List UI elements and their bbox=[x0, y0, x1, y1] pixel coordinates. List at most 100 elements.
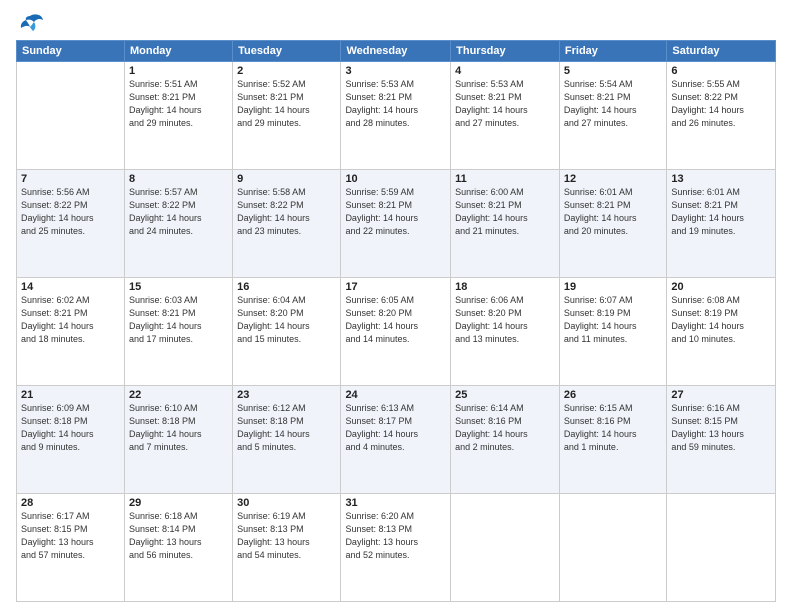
day-number: 10 bbox=[345, 173, 446, 185]
day-number: 21 bbox=[21, 389, 120, 401]
day-number: 19 bbox=[564, 281, 662, 293]
calendar-table: SundayMondayTuesdayWednesdayThursdayFrid… bbox=[16, 40, 776, 602]
col-header-wednesday: Wednesday bbox=[341, 41, 451, 62]
calendar-cell: 10Sunrise: 5:59 AM Sunset: 8:21 PM Dayli… bbox=[341, 170, 451, 278]
day-info: Sunrise: 6:07 AM Sunset: 8:19 PM Dayligh… bbox=[564, 294, 662, 346]
day-info: Sunrise: 6:01 AM Sunset: 8:21 PM Dayligh… bbox=[564, 186, 662, 238]
day-number: 29 bbox=[129, 497, 228, 509]
calendar-cell: 26Sunrise: 6:15 AM Sunset: 8:16 PM Dayli… bbox=[559, 386, 666, 494]
col-header-friday: Friday bbox=[559, 41, 666, 62]
day-number: 15 bbox=[129, 281, 228, 293]
day-number: 8 bbox=[129, 173, 228, 185]
calendar-cell: 11Sunrise: 6:00 AM Sunset: 8:21 PM Dayli… bbox=[451, 170, 560, 278]
day-info: Sunrise: 6:18 AM Sunset: 8:14 PM Dayligh… bbox=[129, 510, 228, 562]
day-info: Sunrise: 6:00 AM Sunset: 8:21 PM Dayligh… bbox=[455, 186, 555, 238]
calendar-cell: 22Sunrise: 6:10 AM Sunset: 8:18 PM Dayli… bbox=[124, 386, 232, 494]
day-number: 3 bbox=[345, 65, 446, 77]
day-number: 23 bbox=[237, 389, 336, 401]
day-number: 6 bbox=[671, 65, 771, 77]
day-number: 25 bbox=[455, 389, 555, 401]
logo-bird-icon bbox=[16, 12, 44, 34]
page: SundayMondayTuesdayWednesdayThursdayFrid… bbox=[0, 0, 792, 612]
day-info: Sunrise: 5:51 AM Sunset: 8:21 PM Dayligh… bbox=[129, 78, 228, 130]
calendar-cell: 23Sunrise: 6:12 AM Sunset: 8:18 PM Dayli… bbox=[233, 386, 341, 494]
calendar-cell: 5Sunrise: 5:54 AM Sunset: 8:21 PM Daylig… bbox=[559, 62, 666, 170]
day-number: 18 bbox=[455, 281, 555, 293]
calendar-cell bbox=[451, 494, 560, 602]
calendar-cell: 27Sunrise: 6:16 AM Sunset: 8:15 PM Dayli… bbox=[667, 386, 776, 494]
day-info: Sunrise: 6:19 AM Sunset: 8:13 PM Dayligh… bbox=[237, 510, 336, 562]
calendar-cell: 29Sunrise: 6:18 AM Sunset: 8:14 PM Dayli… bbox=[124, 494, 232, 602]
calendar-cell: 21Sunrise: 6:09 AM Sunset: 8:18 PM Dayli… bbox=[17, 386, 125, 494]
calendar-cell bbox=[667, 494, 776, 602]
calendar-cell: 4Sunrise: 5:53 AM Sunset: 8:21 PM Daylig… bbox=[451, 62, 560, 170]
calendar-cell: 31Sunrise: 6:20 AM Sunset: 8:13 PM Dayli… bbox=[341, 494, 451, 602]
day-number: 17 bbox=[345, 281, 446, 293]
day-info: Sunrise: 6:09 AM Sunset: 8:18 PM Dayligh… bbox=[21, 402, 120, 454]
calendar-cell: 2Sunrise: 5:52 AM Sunset: 8:21 PM Daylig… bbox=[233, 62, 341, 170]
header bbox=[16, 12, 776, 34]
day-info: Sunrise: 5:59 AM Sunset: 8:21 PM Dayligh… bbox=[345, 186, 446, 238]
calendar-cell: 13Sunrise: 6:01 AM Sunset: 8:21 PM Dayli… bbox=[667, 170, 776, 278]
col-header-tuesday: Tuesday bbox=[233, 41, 341, 62]
day-info: Sunrise: 5:56 AM Sunset: 8:22 PM Dayligh… bbox=[21, 186, 120, 238]
day-info: Sunrise: 6:04 AM Sunset: 8:20 PM Dayligh… bbox=[237, 294, 336, 346]
day-info: Sunrise: 6:16 AM Sunset: 8:15 PM Dayligh… bbox=[671, 402, 771, 454]
col-header-saturday: Saturday bbox=[667, 41, 776, 62]
day-info: Sunrise: 6:20 AM Sunset: 8:13 PM Dayligh… bbox=[345, 510, 446, 562]
day-number: 5 bbox=[564, 65, 662, 77]
day-number: 9 bbox=[237, 173, 336, 185]
day-number: 1 bbox=[129, 65, 228, 77]
day-number: 4 bbox=[455, 65, 555, 77]
day-number: 22 bbox=[129, 389, 228, 401]
calendar-cell: 30Sunrise: 6:19 AM Sunset: 8:13 PM Dayli… bbox=[233, 494, 341, 602]
calendar-cell: 7Sunrise: 5:56 AM Sunset: 8:22 PM Daylig… bbox=[17, 170, 125, 278]
day-info: Sunrise: 5:53 AM Sunset: 8:21 PM Dayligh… bbox=[345, 78, 446, 130]
calendar-cell: 18Sunrise: 6:06 AM Sunset: 8:20 PM Dayli… bbox=[451, 278, 560, 386]
day-number: 12 bbox=[564, 173, 662, 185]
calendar-cell: 24Sunrise: 6:13 AM Sunset: 8:17 PM Dayli… bbox=[341, 386, 451, 494]
day-info: Sunrise: 6:06 AM Sunset: 8:20 PM Dayligh… bbox=[455, 294, 555, 346]
day-info: Sunrise: 6:15 AM Sunset: 8:16 PM Dayligh… bbox=[564, 402, 662, 454]
day-number: 16 bbox=[237, 281, 336, 293]
day-info: Sunrise: 6:08 AM Sunset: 8:19 PM Dayligh… bbox=[671, 294, 771, 346]
day-info: Sunrise: 6:01 AM Sunset: 8:21 PM Dayligh… bbox=[671, 186, 771, 238]
calendar-cell: 6Sunrise: 5:55 AM Sunset: 8:22 PM Daylig… bbox=[667, 62, 776, 170]
col-header-thursday: Thursday bbox=[451, 41, 560, 62]
col-header-monday: Monday bbox=[124, 41, 232, 62]
calendar-cell: 3Sunrise: 5:53 AM Sunset: 8:21 PM Daylig… bbox=[341, 62, 451, 170]
day-number: 14 bbox=[21, 281, 120, 293]
calendar-cell: 9Sunrise: 5:58 AM Sunset: 8:22 PM Daylig… bbox=[233, 170, 341, 278]
logo bbox=[16, 12, 48, 34]
day-info: Sunrise: 5:54 AM Sunset: 8:21 PM Dayligh… bbox=[564, 78, 662, 130]
day-number: 28 bbox=[21, 497, 120, 509]
calendar-cell: 25Sunrise: 6:14 AM Sunset: 8:16 PM Dayli… bbox=[451, 386, 560, 494]
day-info: Sunrise: 6:14 AM Sunset: 8:16 PM Dayligh… bbox=[455, 402, 555, 454]
day-info: Sunrise: 6:05 AM Sunset: 8:20 PM Dayligh… bbox=[345, 294, 446, 346]
day-info: Sunrise: 6:17 AM Sunset: 8:15 PM Dayligh… bbox=[21, 510, 120, 562]
day-number: 13 bbox=[671, 173, 771, 185]
day-number: 24 bbox=[345, 389, 446, 401]
day-info: Sunrise: 5:55 AM Sunset: 8:22 PM Dayligh… bbox=[671, 78, 771, 130]
calendar-cell: 8Sunrise: 5:57 AM Sunset: 8:22 PM Daylig… bbox=[124, 170, 232, 278]
day-number: 20 bbox=[671, 281, 771, 293]
day-info: Sunrise: 6:13 AM Sunset: 8:17 PM Dayligh… bbox=[345, 402, 446, 454]
calendar-cell: 1Sunrise: 5:51 AM Sunset: 8:21 PM Daylig… bbox=[124, 62, 232, 170]
day-number: 27 bbox=[671, 389, 771, 401]
calendar-cell bbox=[17, 62, 125, 170]
day-info: Sunrise: 6:02 AM Sunset: 8:21 PM Dayligh… bbox=[21, 294, 120, 346]
day-number: 31 bbox=[345, 497, 446, 509]
day-info: Sunrise: 5:53 AM Sunset: 8:21 PM Dayligh… bbox=[455, 78, 555, 130]
calendar-cell: 14Sunrise: 6:02 AM Sunset: 8:21 PM Dayli… bbox=[17, 278, 125, 386]
day-number: 7 bbox=[21, 173, 120, 185]
day-number: 2 bbox=[237, 65, 336, 77]
day-number: 26 bbox=[564, 389, 662, 401]
col-header-sunday: Sunday bbox=[17, 41, 125, 62]
calendar-cell: 12Sunrise: 6:01 AM Sunset: 8:21 PM Dayli… bbox=[559, 170, 666, 278]
calendar-cell: 20Sunrise: 6:08 AM Sunset: 8:19 PM Dayli… bbox=[667, 278, 776, 386]
calendar-cell: 28Sunrise: 6:17 AM Sunset: 8:15 PM Dayli… bbox=[17, 494, 125, 602]
day-info: Sunrise: 6:12 AM Sunset: 8:18 PM Dayligh… bbox=[237, 402, 336, 454]
calendar-cell: 19Sunrise: 6:07 AM Sunset: 8:19 PM Dayli… bbox=[559, 278, 666, 386]
day-info: Sunrise: 5:57 AM Sunset: 8:22 PM Dayligh… bbox=[129, 186, 228, 238]
day-info: Sunrise: 5:52 AM Sunset: 8:21 PM Dayligh… bbox=[237, 78, 336, 130]
